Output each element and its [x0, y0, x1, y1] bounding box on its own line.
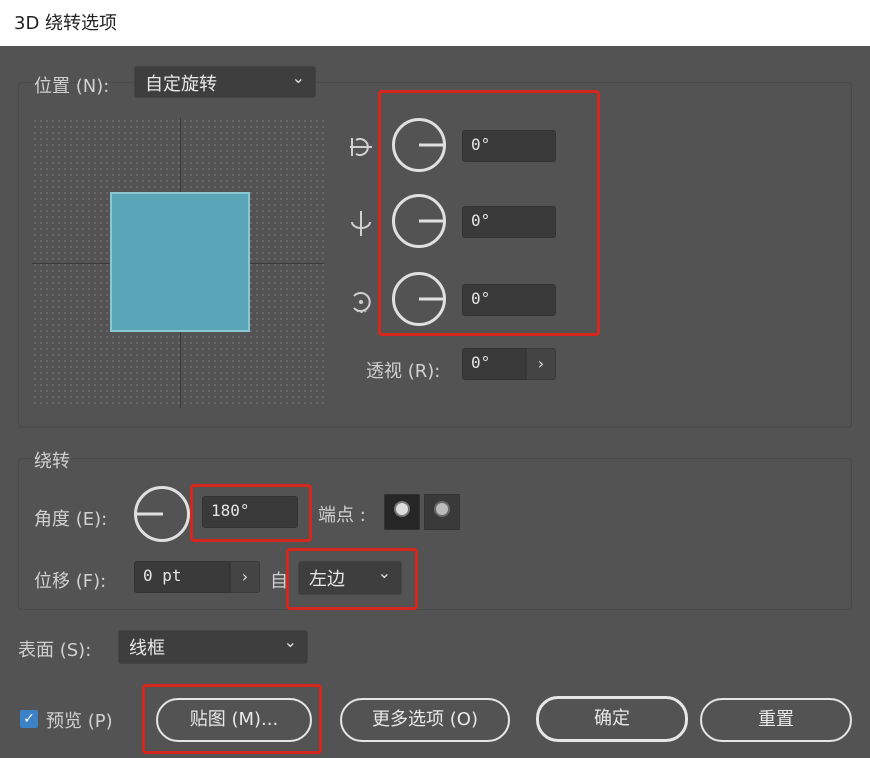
perspective-label: 透视 (R): [366, 361, 441, 382]
x-axis-rotate-icon [346, 132, 376, 168]
surface-label: 表面 (S): [18, 640, 92, 661]
position-preset-select[interactable]: 自定旋转 ⌄ [134, 66, 316, 98]
y-axis-rotate-icon [346, 208, 376, 244]
window-title: 3D 绕转选项 [14, 13, 118, 34]
map-highlight-box [142, 684, 322, 754]
position-preset-value: 自定旋转 [145, 74, 217, 95]
perspective-expand-button[interactable]: › [526, 348, 556, 380]
angle-label: 角度 (E): [34, 509, 108, 530]
cap-off-icon [434, 501, 450, 517]
position-label: 位置 (N): [34, 76, 110, 97]
angle-highlight-box [190, 484, 312, 542]
from-highlight-box [286, 548, 418, 610]
title-bar [0, 0, 870, 46]
surface-select[interactable]: 线框 ⌄ [118, 630, 308, 664]
cap-off-button[interactable] [424, 494, 460, 530]
revolve-group-label: 绕转 [34, 451, 70, 472]
ok-button[interactable]: 确定 [536, 696, 688, 742]
chevron-down-icon: ⌄ [291, 68, 305, 87]
cap-label: 端点 : [318, 505, 366, 526]
offset-label: 位移 (F): [34, 571, 107, 592]
angle-dial[interactable] [134, 486, 190, 542]
offset-expand-button[interactable]: › [230, 561, 260, 593]
perspective-field[interactable]: 0° [462, 348, 526, 380]
cap-on-button[interactable] [384, 494, 420, 530]
z-axis-rotate-icon [346, 286, 376, 322]
chevron-down-icon: ⌄ [283, 632, 297, 651]
reset-button[interactable]: 重置 [700, 698, 852, 742]
cap-on-icon [394, 501, 410, 517]
more-options-button[interactable]: 更多选项 (O) [340, 698, 510, 742]
offset-field[interactable]: 0 pt [134, 561, 230, 593]
preview-cube[interactable] [110, 192, 250, 332]
rotation-highlight-box [378, 90, 600, 336]
surface-value: 线框 [129, 638, 165, 659]
preview-checkbox[interactable]: ✓ [20, 710, 38, 728]
preview-label: 预览 (P) [46, 711, 113, 732]
